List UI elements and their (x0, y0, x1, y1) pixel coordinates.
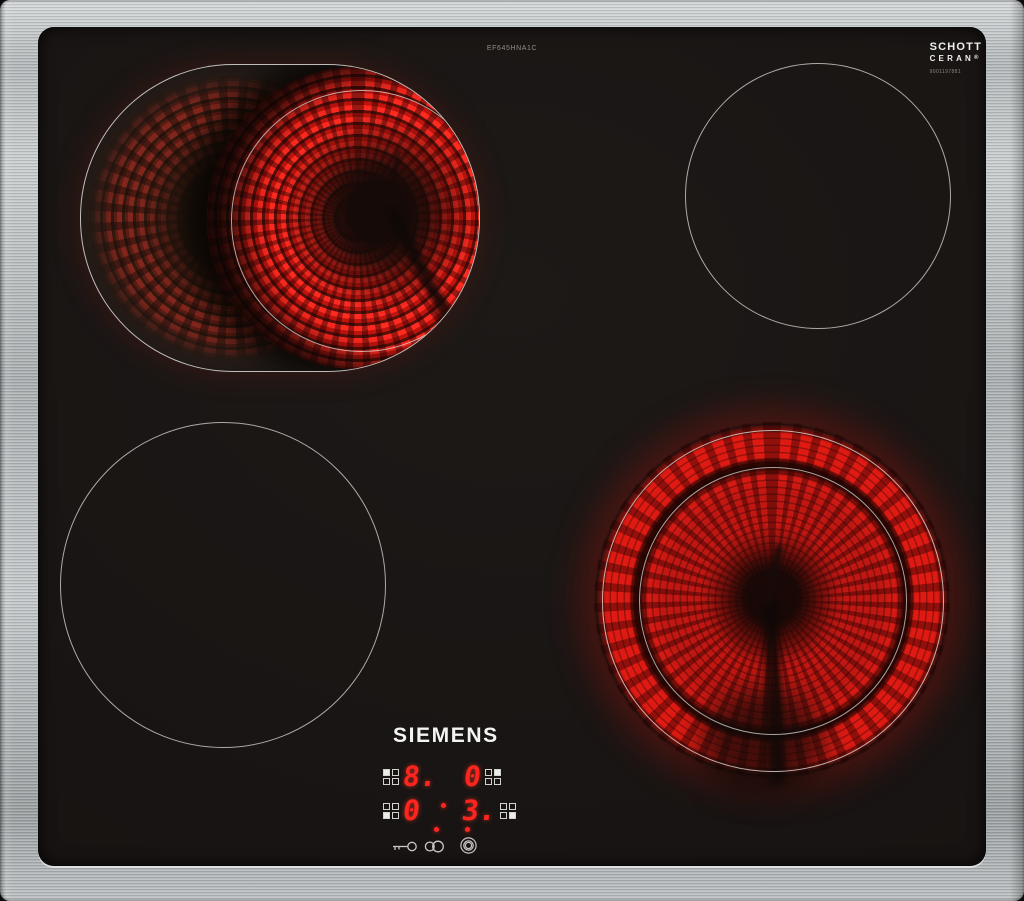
zone-indicator-front-left (383, 803, 399, 819)
main-zone-ring (231, 90, 480, 352)
part-number: 9001197881 (930, 70, 982, 75)
display-front-right[interactable]: 3. (462, 797, 516, 825)
power-level-rear-left: 8. (401, 763, 438, 791)
touch-point-dot (441, 803, 446, 808)
inner-zone-ring (639, 467, 907, 735)
display-rear-right[interactable]: 0 (464, 763, 501, 791)
model-number: EF645HNA1C (487, 45, 537, 52)
child-lock-key-icon[interactable] (390, 839, 418, 854)
ceran-text: CERAN® (930, 55, 982, 63)
touch-point-dot (465, 827, 470, 832)
dual-zone-icon[interactable] (424, 840, 445, 853)
front-right-burner (585, 413, 959, 787)
brand-logo: SIEMENS (393, 724, 499, 748)
display-rear-left[interactable]: 8. (383, 763, 437, 791)
zone-indicator-rear-right (485, 769, 501, 785)
schott-text: SCHOTT (930, 42, 982, 54)
schott-ceran-logo: SCHOTT CERAN® 9001197881 (930, 42, 982, 75)
power-level-front-left: 0 (401, 797, 421, 825)
zone-indicator-rear-left (383, 769, 399, 785)
power-level-rear-right: 0 (462, 763, 482, 791)
cooktop: EF645HNA1C SCHOTT CERAN® 9001197881 SIEM… (0, 0, 1024, 901)
rear-left-dual-burner (80, 64, 480, 372)
registered-mark: ® (974, 55, 978, 61)
zone-indicator-front-right (500, 803, 516, 819)
front-left-burner-ring (60, 422, 386, 748)
triple-zone-icon[interactable] (459, 836, 478, 855)
rear-right-burner-ring (685, 63, 951, 329)
display-front-left[interactable]: 0 (383, 797, 420, 825)
power-level-front-right: 3. (460, 797, 497, 825)
ceran-word: CERAN (930, 54, 974, 63)
touch-point-dot (434, 827, 439, 832)
